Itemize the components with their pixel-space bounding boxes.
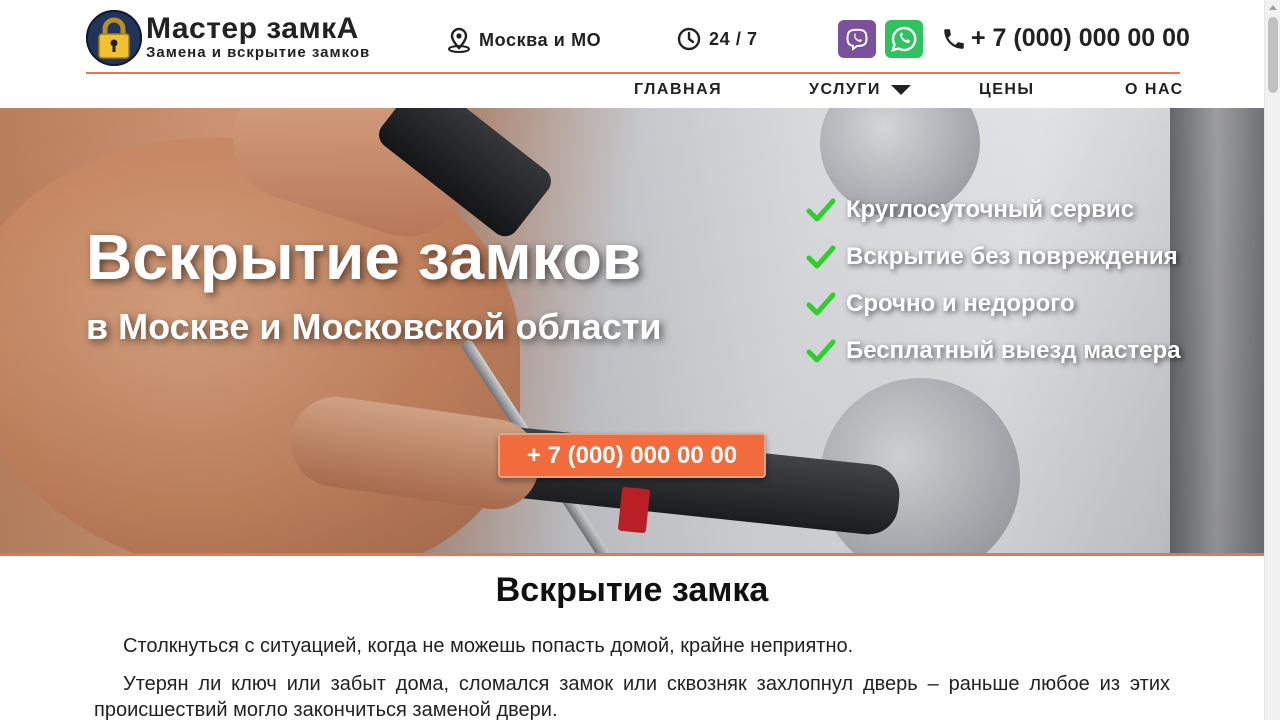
- hero-title: Вскрытие замков: [86, 221, 642, 293]
- page-scrollbar[interactable]: [1264, 0, 1280, 720]
- logo[interactable]: Мастер замкА Замена и вскрытие замков: [86, 10, 370, 66]
- whatsapp-icon: [891, 26, 917, 52]
- hours-text: 24 / 7: [709, 28, 758, 49]
- feature-item: Срочно и недорого: [806, 280, 1181, 327]
- section-title: Вскрытие замка: [495, 571, 769, 609]
- nav-services[interactable]: УСЛУГИ: [809, 81, 911, 99]
- nav-home[interactable]: ГЛАВНАЯ: [634, 81, 722, 99]
- feature-text: Вскрытие без повреждения: [846, 242, 1178, 270]
- location-info: Москва и МО: [447, 27, 601, 53]
- nav-prices[interactable]: ЦЕНЫ: [979, 81, 1035, 99]
- location-text: Москва и МО: [479, 29, 602, 50]
- feature-item: Бесплатный выезд мастера: [806, 327, 1181, 374]
- viber-button[interactable]: [838, 20, 876, 58]
- feature-text: Круглосуточный сервис: [846, 195, 1135, 223]
- map-pin-icon: [448, 27, 470, 53]
- hero-banner: Вскрытие замков в Москве и Московской об…: [0, 108, 1264, 556]
- feature-text: Бесплатный выезд мастера: [846, 336, 1181, 364]
- nav-about[interactable]: О НАС: [1125, 81, 1184, 99]
- intro-paragraph: Столкнуться с ситуацией, когда не можешь…: [123, 635, 854, 657]
- checkmark-icon: [806, 198, 836, 221]
- whatsapp-button[interactable]: [885, 20, 923, 58]
- logo-title: Мастер замкА: [146, 12, 359, 45]
- scroll-up-arrow-icon[interactable]: [1269, 5, 1277, 10]
- body-paragraph: Утерян ли ключ или забыт дома, сломался …: [94, 673, 1170, 720]
- chevron-down-icon: [890, 85, 911, 95]
- working-hours: 24 / 7: [677, 27, 758, 51]
- phone-icon: [944, 28, 964, 49]
- header-phone-link[interactable]: + 7 (000) 000 00 00: [941, 24, 1190, 53]
- checkmark-icon: [806, 339, 836, 362]
- call-phone-button[interactable]: + 7 (000) 000 00 00: [498, 433, 766, 478]
- hero-subtitle: в Москве и Московской области: [86, 306, 662, 347]
- feature-item: Вскрытие без повреждения: [806, 233, 1181, 280]
- feature-item: Круглосуточный сервис: [806, 186, 1181, 233]
- viber-icon: [846, 28, 868, 51]
- feature-text: Срочно и недорого: [846, 289, 1075, 317]
- scroll-thumb[interactable]: [1268, 17, 1278, 93]
- checkmark-icon: [806, 245, 836, 268]
- nav-services-label: УСЛУГИ: [809, 81, 881, 98]
- site-header: Мастер замкА Замена и вскрытие замков Мо…: [0, 0, 1264, 108]
- clock-icon: [677, 27, 701, 51]
- checkmark-icon: [806, 292, 836, 315]
- feature-list: Круглосуточный сервис Вскрытие без повре…: [806, 186, 1181, 374]
- hero-divider: [0, 553, 1264, 556]
- padlock-logo-icon: [86, 10, 142, 66]
- logo-subtitle: Замена и вскрытие замков: [146, 44, 371, 61]
- header-divider: [86, 72, 1180, 74]
- header-phone-text: + 7 (000) 000 00 00: [971, 24, 1190, 52]
